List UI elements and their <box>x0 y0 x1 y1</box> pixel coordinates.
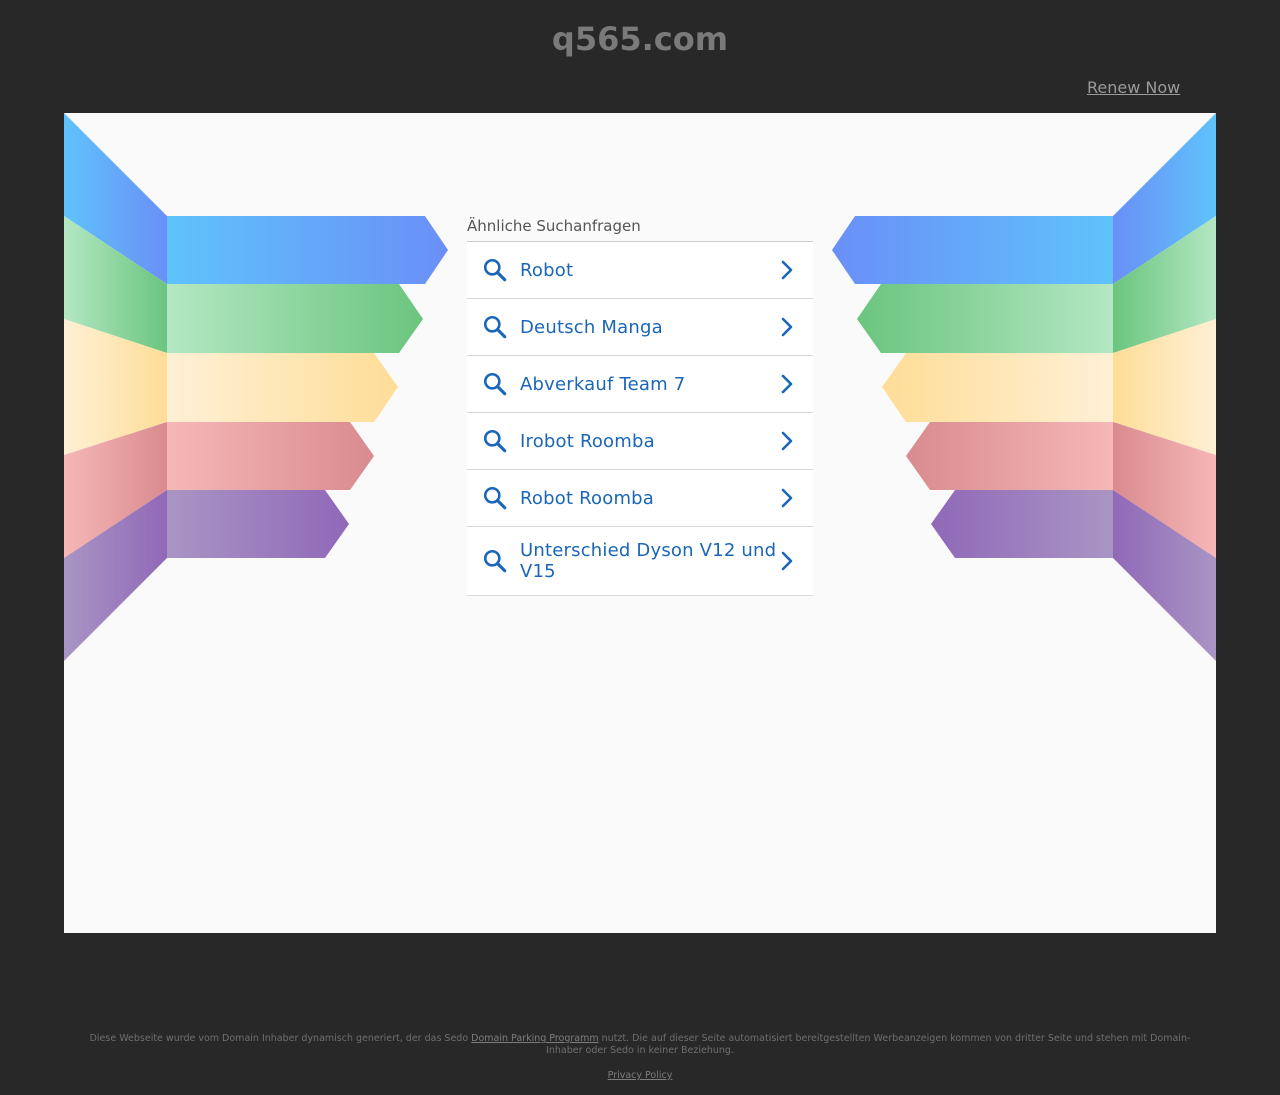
related-searches: Ähnliche Suchanfragen Robot Deutsch Mang… <box>467 215 813 596</box>
related-search-label: Unterschied Dyson V12 und V15 <box>520 540 777 582</box>
renew-now-link[interactable]: Renew Now <box>1087 78 1180 98</box>
chevron-right-icon <box>781 374 793 394</box>
chevron-right-icon <box>781 431 793 451</box>
search-icon <box>483 429 507 453</box>
footer-text-before: Diese Webseite wurde vom Domain Inhaber … <box>89 1033 472 1044</box>
related-search-label: Irobot Roomba <box>520 430 655 452</box>
related-searches-heading: Ähnliche Suchanfragen <box>467 217 641 235</box>
search-icon <box>483 258 507 282</box>
search-icon <box>483 372 507 396</box>
domain-title: q565.com <box>551 20 729 58</box>
chevron-right-icon <box>781 260 793 280</box>
domain-parking-link[interactable]: Domain Parking Programm <box>471 1033 598 1044</box>
related-search-item[interactable]: Robot <box>467 242 813 299</box>
footer-text-after: nutzt. Die auf dieser Seite automatisier… <box>546 1033 1191 1056</box>
privacy-policy-link[interactable]: Privacy Policy <box>608 1070 673 1081</box>
related-search-item[interactable]: Abverkauf Team 7 <box>467 356 813 413</box>
related-search-item[interactable]: Deutsch Manga <box>467 299 813 356</box>
related-search-item[interactable]: Robot Roomba <box>467 470 813 527</box>
related-search-item[interactable]: Irobot Roomba <box>467 413 813 470</box>
chevron-right-icon <box>781 317 793 337</box>
related-search-item[interactable]: Unterschied Dyson V12 und V15 <box>467 527 813 596</box>
search-icon <box>483 549 507 573</box>
chevron-right-icon <box>781 488 793 508</box>
content-panel: Ähnliche Suchanfragen Robot Deutsch Mang… <box>64 113 1216 933</box>
related-search-label: Deutsch Manga <box>520 316 663 338</box>
related-searches-list: Robot Deutsch Manga Abverkauf Team 7 Iro… <box>467 241 813 596</box>
privacy-row: Privacy Policy <box>0 1070 1280 1082</box>
related-search-label: Abverkauf Team 7 <box>520 373 686 395</box>
related-search-label: Robot <box>520 259 574 281</box>
search-icon <box>483 315 507 339</box>
related-search-label: Robot Roomba <box>520 487 655 509</box>
chevron-right-icon <box>781 551 793 571</box>
footer-disclaimer: Diese Webseite wurde vom Domain Inhaber … <box>80 1033 1200 1057</box>
search-icon <box>483 486 507 510</box>
